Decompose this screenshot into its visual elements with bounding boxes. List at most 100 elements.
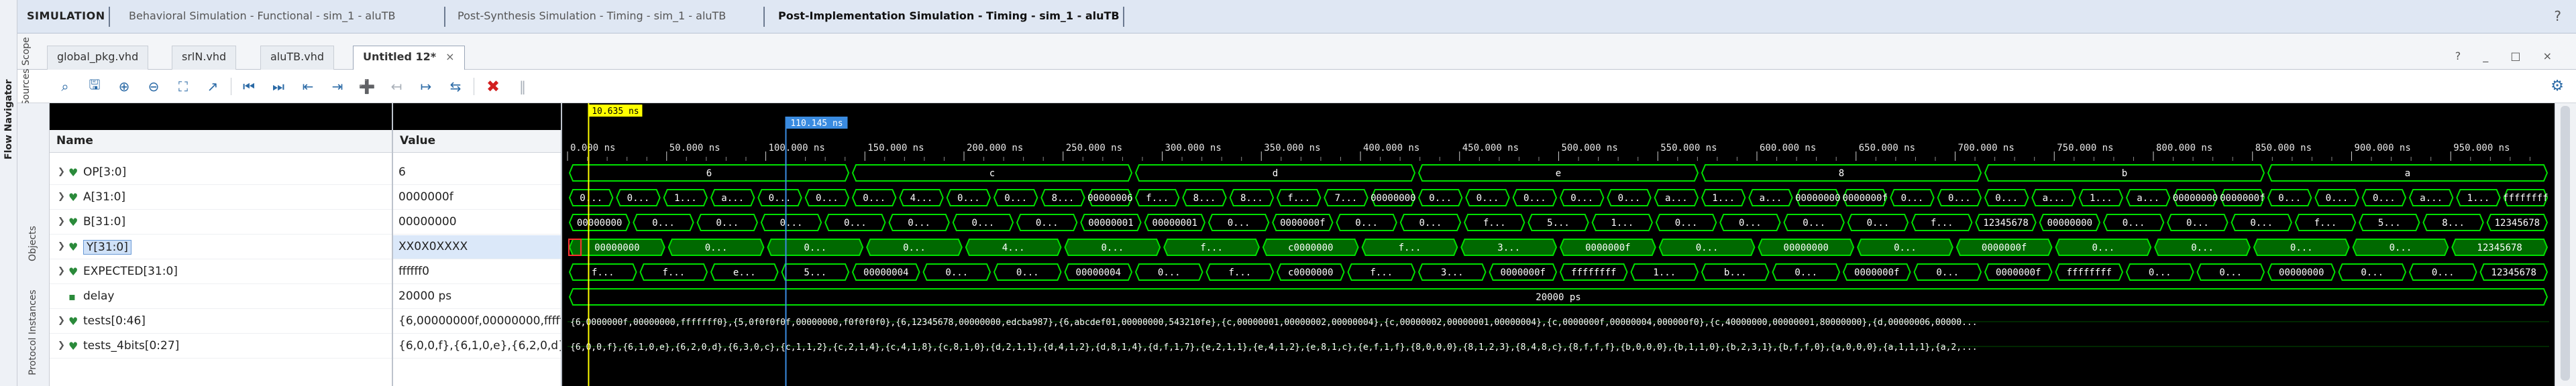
signal-row[interactable]: ❯ ♥ EXPECTED[31:0] [50,260,392,284]
bus-segment-label: 0... [1618,193,1641,204]
waveform-pane[interactable]: 0.000 ns 50.000 ns 100.000 ns 150.000 ns 200… [562,103,2555,386]
signal-value-row[interactable]: XX0X0XXXX [393,235,561,259]
bus-segment-label: a... [2043,193,2065,204]
chevron-right-icon[interactable]: ❯ [58,340,65,350]
signal-row[interactable]: ❯ ♥ OP[3:0] [50,161,392,185]
name-column-header[interactable]: Name [50,130,392,153]
tab-global-pkg[interactable]: global_pkg.vhd [47,46,149,70]
bus-segment-label: f... [2314,218,2337,229]
signal-row[interactable]: ❯ ♥ tests_4bits[0:27] [50,334,392,359]
signal-value-row[interactable]: 0000000f [393,186,561,210]
bus-segment-label: 0... [627,193,650,204]
signal-name-pane: Name ❯ ♥ OP[3:0] ❯ ♥ A[31:0] ❯ ♥ B[31:0] ❯ ♥ Y[31:0… [50,103,393,386]
tab-label: global_pkg.vhd [57,50,139,63]
bus-segment-label: 1... [674,193,697,204]
save-icon[interactable]: 🖫 [85,76,105,96]
bus-segment-label: 0... [1004,193,1027,204]
separator [109,7,110,27]
value-column-header[interactable]: Value [393,130,561,153]
bus-segment-label: a... [721,193,744,204]
stop-icon[interactable]: ✖ [483,76,503,96]
bus-segment-label: f... [1399,243,1421,253]
signal-value-row[interactable]: 20000 ps [393,285,561,309]
bus-segment-label: 0000000f [1280,218,1325,229]
bus-segment-label: 0... [2361,267,2383,278]
bus-segment-label: 0... [908,218,930,229]
bus-segment-label: 0... [2219,267,2242,278]
post-synthesis-sim-link[interactable]: Post-Synthesis Simulation - Timing - sim… [458,9,726,22]
tab-srln[interactable]: srlN.vhd [172,46,237,70]
bus-segment-label: f... [1931,218,1953,229]
signal-value-row[interactable]: {6,0,0,f},{6,1,0,e},{6,2,0,d},{6,3,0,c} [393,334,561,359]
bus-segment-label: 1... [1712,193,1735,204]
waveform-canvas[interactable]: 0.000 ns 50.000 ns 100.000 ns 150.000 ns 200… [562,103,2555,386]
bus-segment-label: ffffffff [2067,267,2112,278]
signal-row[interactable]: ❯ ♥ B[31:0] [50,210,392,235]
next-marker-icon[interactable]: ↦ [416,76,436,96]
search-icon[interactable]: ⌕ [55,76,75,96]
flow-navigator-tab[interactable]: Flow Navigator [1,79,16,159]
bus-segment-label: 0... [2326,193,2349,204]
bus-segment-label: 0... [716,218,739,229]
bus-segment-label: 0... [1675,218,1698,229]
bus-segment-label: 0... [1036,218,1059,229]
chevron-right-icon[interactable]: ❯ [58,167,65,177]
time-tick-label: 50.000 ns [669,143,720,153]
help-icon[interactable]: ? [2554,8,2561,24]
chevron-right-icon[interactable]: ❯ [58,216,65,227]
previous-transition-icon[interactable]: ⇤ [298,76,318,96]
gear-icon[interactable]: ⚙ [2551,78,2564,94]
next-transition-icon[interactable]: ⇥ [327,76,347,96]
separator [1123,7,1124,27]
pause-icon[interactable]: ‖ [513,76,533,96]
signal-value-row[interactable]: ffffff0 [393,260,561,284]
tab-alutb[interactable]: aluTB.vhd [260,46,334,70]
zoom-fit-icon[interactable]: ⛶ [173,76,193,96]
bus-segment-label: 0... [1158,267,1181,278]
scrollbar-thumb[interactable] [2561,106,2570,381]
chevron-right-icon[interactable]: ❯ [58,241,65,251]
cursor-snap-icon[interactable]: ↗ [203,76,223,96]
chevron-right-icon[interactable]: ❯ [58,316,65,326]
bus-signal-icon: ♥ [68,216,78,229]
bus-signal-icon: ♥ [68,241,78,253]
go-to-end-icon[interactable]: ⏭ [268,76,288,96]
bus-segment-label: 0... [816,193,839,204]
signal-row[interactable]: ❯ ♥ tests[0:46] [50,310,392,334]
primary-cursor-label: 10.635 ns [592,107,639,117]
post-implementation-sim-link[interactable]: Post-Implementation Simulation - Timing … [778,9,1120,22]
zoom-out-icon[interactable]: ⊖ [144,76,164,96]
signal-name: tests_4bits[0:27] [83,339,180,352]
signal-icon: ▪ [68,290,76,303]
zoom-in-icon[interactable]: ⊕ [114,76,134,96]
bus-segment-label: 0... [2290,243,2313,253]
bus-segment-label: 00000000 [2279,267,2324,278]
simulation-title: SIMULATION [27,9,105,22]
bus-segment-label: 0... [1355,218,1378,229]
signal-row[interactable]: ❯ ♥ A[31:0] [50,186,392,210]
bus-segment-label: 20000 ps [1536,292,1580,303]
signal-value-row[interactable]: 00000000 [393,210,561,235]
bus-segment-label: 0... [1570,193,1593,204]
previous-marker-icon[interactable]: ↤ [386,76,407,96]
signal-value-row[interactable]: {6,00000000f,00000000,ffffffff0} [393,310,561,334]
signal-name: B[31:0] [83,215,126,229]
vertical-scrollbar[interactable] [2555,103,2576,386]
swap-cursors-icon[interactable]: ⇆ [445,76,466,96]
behavioral-sim-link[interactable]: Behavioral Simulation - Functional - sim… [129,9,395,22]
window-controls[interactable]: ? _ □ × [2455,50,2561,62]
objects-tab[interactable]: Objects [25,217,40,271]
tab-untitled-12[interactable]: Untitled 12* × [353,46,465,70]
bus-segment-label: 0... [972,218,995,229]
go-to-start-icon[interactable]: ⏮ [239,76,259,96]
protocol-instances-tab[interactable]: Protocol Instances [25,279,40,386]
signal-row[interactable]: ▪ delay [50,285,392,309]
chevron-right-icon[interactable]: ❯ [58,192,65,202]
close-icon[interactable]: × [445,50,454,63]
signal-value-row[interactable]: 6 [393,161,561,185]
bus-segment-label: 00000006 [1087,193,1132,204]
secondary-cursor-label: 110.145 ns [790,119,843,129]
signal-row[interactable]: ❯ ♥ Y[31:0] [50,235,392,259]
chevron-right-icon[interactable]: ❯ [58,266,65,276]
add-marker-icon[interactable]: ➕ [357,76,377,96]
